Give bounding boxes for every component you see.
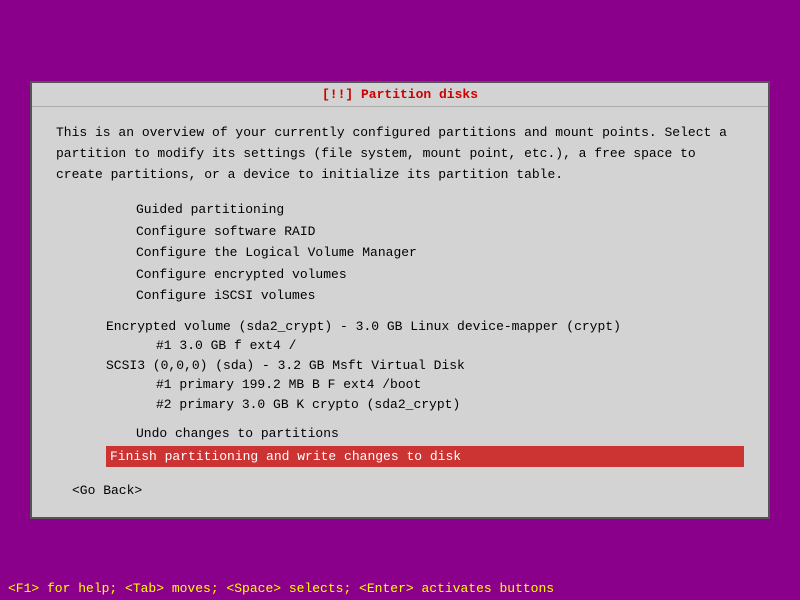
encrypted-volume-sub[interactable]: #1 3.0 GB f ext4 / (156, 336, 744, 356)
title-bar: [!!] Partition disks (32, 83, 768, 107)
scsi-label[interactable]: SCSI3 (0,0,0) (sda) - 3.2 GB Msft Virtua… (106, 356, 744, 376)
scsi-primary2[interactable]: #2 primary 3.0 GB K crypto (sda2_crypt) (156, 395, 744, 415)
undo-line: Undo changes to partitions (136, 424, 744, 444)
menu-list: Guided partitioning Configure software R… (136, 199, 744, 307)
menu-item-guided[interactable]: Guided partitioning (136, 199, 744, 221)
scsi-primary1[interactable]: #1 primary 199.2 MB B F ext4 /boot (156, 375, 744, 395)
dialog-box: [!!] Partition disks This is an overview… (30, 81, 770, 519)
undo-label[interactable]: Undo changes to partitions (136, 426, 339, 441)
screen-container: [!!] Partition disks This is an overview… (0, 0, 800, 600)
description-text: This is an overview of your currently co… (56, 123, 744, 185)
menu-item-encrypted[interactable]: Configure encrypted volumes (136, 264, 744, 286)
partition-section: Encrypted volume (sda2_crypt) - 3.0 GB L… (56, 317, 744, 415)
menu-item-iscsi[interactable]: Configure iSCSI volumes (136, 285, 744, 307)
encrypted-volume-label[interactable]: Encrypted volume (sda2_crypt) - 3.0 GB L… (106, 317, 744, 337)
finish-label[interactable]: Finish partitioning and write changes to… (106, 446, 744, 468)
menu-item-raid[interactable]: Configure software RAID (136, 221, 744, 243)
dialog-content: This is an overview of your currently co… (32, 107, 768, 517)
menu-item-lvm[interactable]: Configure the Logical Volume Manager (136, 242, 744, 264)
status-bar: <F1> for help; <Tab> moves; <Space> sele… (0, 577, 800, 600)
go-back-button[interactable]: <Go Back> (72, 481, 744, 501)
